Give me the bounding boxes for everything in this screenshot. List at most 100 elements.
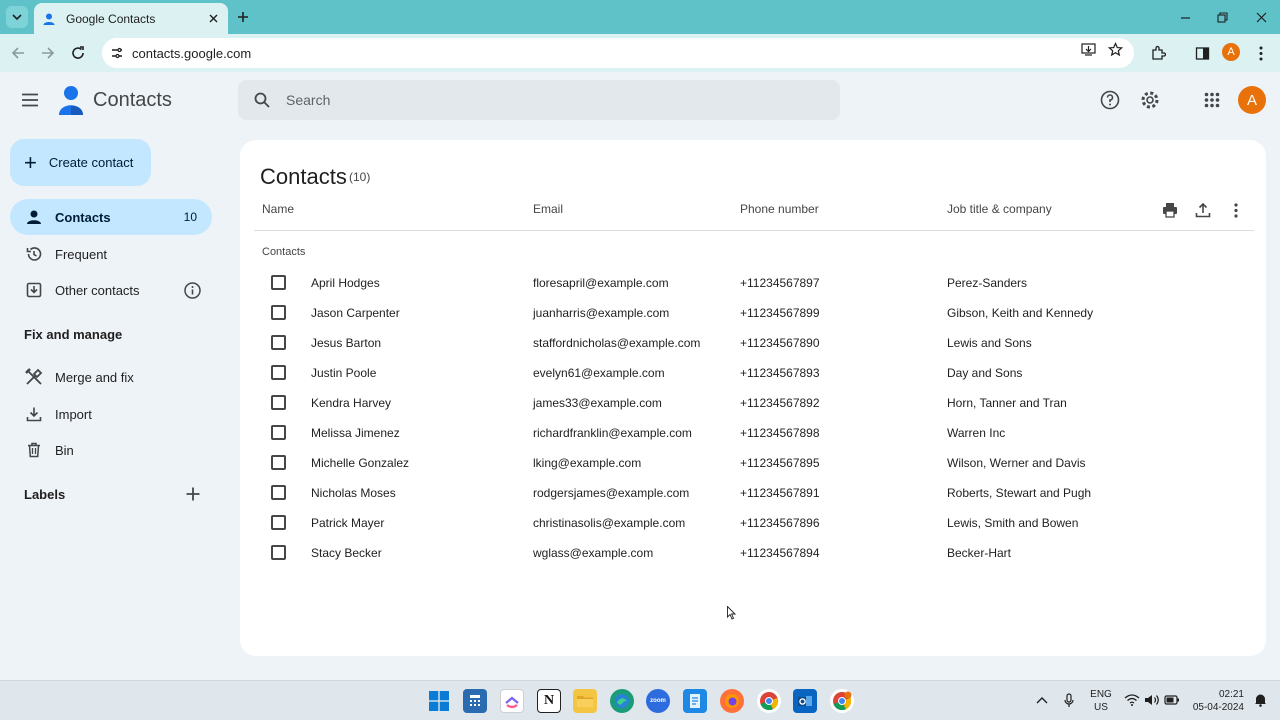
close-window-button[interactable] — [1252, 8, 1270, 26]
browser-tab-contacts[interactable]: Google Contacts — [34, 3, 228, 34]
install-app-icon[interactable] — [1079, 40, 1097, 58]
contact-company: Roberts, Stewart and Pugh — [947, 486, 1092, 500]
reload-button[interactable] — [68, 43, 88, 63]
plus-icon: + — [24, 149, 37, 175]
tools-icon — [24, 367, 44, 387]
sidebar-item-other-contacts[interactable]: Other contacts — [10, 272, 212, 308]
close-tab-icon[interactable] — [206, 12, 220, 26]
contact-company: Perez-Sanders — [947, 276, 1028, 290]
volume-icon[interactable] — [1143, 691, 1161, 709]
table-row[interactable]: Michelle Gonzalez lking@example.com +112… — [254, 448, 1254, 478]
microphone-icon[interactable] — [1060, 691, 1078, 709]
column-header-name[interactable]: Name — [262, 202, 294, 216]
help-icon[interactable] — [1098, 88, 1122, 112]
clickup-app-icon[interactable] — [500, 689, 524, 713]
column-header-phone[interactable]: Phone number — [740, 202, 819, 216]
row-checkbox[interactable] — [271, 275, 286, 290]
search-box[interactable] — [238, 80, 840, 120]
create-label-button[interactable] — [183, 484, 203, 504]
table-row[interactable]: Patrick Mayer christinasolis@example.com… — [254, 508, 1254, 538]
calculator-app-icon[interactable] — [463, 689, 487, 713]
contacts-list-panel: Contacts (10) Name Email Phone number Jo… — [240, 140, 1266, 656]
print-icon[interactable] — [1160, 200, 1180, 220]
forward-button[interactable] — [38, 43, 58, 63]
more-options-icon[interactable] — [1226, 200, 1246, 220]
extensions-icon[interactable] — [1148, 43, 1168, 63]
column-header-job-company[interactable]: Job title & company — [947, 202, 1052, 216]
sidebar-item-import[interactable]: Import — [10, 396, 212, 432]
table-row[interactable]: Nicholas Moses rodgersjames@example.com … — [254, 478, 1254, 508]
system-clock[interactable]: 02:21 05-04-2024 — [1190, 688, 1244, 714]
battery-icon[interactable] — [1163, 691, 1181, 709]
main-menu-button[interactable] — [18, 88, 42, 112]
bookmark-star-icon[interactable] — [1106, 40, 1124, 58]
row-checkbox[interactable] — [271, 485, 286, 500]
firefox-browser-icon[interactable] — [720, 689, 744, 713]
settings-gear-icon[interactable] — [1138, 88, 1162, 112]
input-language-indicator[interactable]: ENG US — [1090, 688, 1112, 714]
sidebar-item-frequent[interactable]: Frequent — [10, 236, 212, 272]
create-contact-button[interactable]: + Create contact — [10, 139, 151, 186]
google-apps-icon[interactable] — [1200, 88, 1224, 112]
arrow-forward-icon — [42, 47, 55, 59]
export-icon[interactable] — [1193, 200, 1213, 220]
zoom-app-icon[interactable]: zoom — [646, 689, 670, 713]
row-checkbox[interactable] — [271, 305, 286, 320]
contact-email: lking@example.com — [533, 456, 642, 470]
contact-email: wglass@example.com — [533, 546, 654, 560]
search-icon[interactable] — [252, 90, 272, 110]
row-checkbox[interactable] — [271, 515, 286, 530]
contact-company: Gibson, Keith and Kennedy — [947, 306, 1094, 320]
notification-bell-icon[interactable] — [1251, 691, 1269, 709]
contacts-favicon-icon — [43, 13, 55, 25]
sidebar-item-label: Other contacts — [55, 282, 140, 298]
tab-search-button[interactable] — [6, 6, 28, 28]
row-checkbox[interactable] — [271, 545, 286, 560]
table-row[interactable]: Stacy Becker wglass@example.com +1123456… — [254, 538, 1254, 568]
row-checkbox[interactable] — [271, 395, 286, 410]
edge-browser-icon[interactable] — [610, 689, 634, 713]
browser-toolbar: contacts.google.com — [0, 34, 1280, 72]
column-header-email[interactable]: Email — [533, 202, 563, 216]
side-panel-icon[interactable] — [1192, 43, 1212, 63]
chrome-active-window-icon[interactable] — [830, 689, 854, 713]
sidebar-item-label: Bin — [55, 442, 74, 458]
notes-app-icon[interactable] — [683, 689, 707, 713]
chrome-menu-icon[interactable] — [1251, 43, 1271, 63]
search-input[interactable] — [286, 92, 786, 108]
table-row[interactable]: Jesus Barton staffordnicholas@example.co… — [254, 328, 1254, 358]
os-taskbar: N zoom ENG US 02:21 05-04-2024 — [0, 680, 1280, 720]
row-checkbox[interactable] — [271, 425, 286, 440]
create-contact-label: Create contact — [48, 155, 134, 170]
new-tab-button[interactable] — [234, 8, 252, 26]
restore-window-button[interactable] — [1213, 8, 1231, 26]
contact-email: floresapril@example.com — [533, 276, 669, 290]
table-row[interactable]: April Hodges floresapril@example.com +11… — [254, 268, 1254, 298]
row-checkbox[interactable] — [271, 335, 286, 350]
table-row[interactable]: Jason Carpenter juanharris@example.com +… — [254, 298, 1254, 328]
account-avatar[interactable]: A — [1238, 86, 1266, 114]
row-checkbox[interactable] — [271, 365, 286, 380]
minimize-window-button[interactable] — [1176, 8, 1194, 26]
sidebar-item-bin[interactable]: Bin — [10, 432, 212, 468]
notion-app-icon[interactable]: N — [537, 689, 561, 713]
site-settings-icon[interactable] — [108, 44, 126, 62]
show-hidden-icons-icon[interactable] — [1033, 691, 1051, 709]
wifi-icon[interactable] — [1123, 691, 1141, 709]
outlook-app-icon[interactable] — [793, 689, 817, 713]
start-menu-icon[interactable] — [427, 689, 451, 713]
table-row[interactable]: Melissa Jimenez richardfranklin@example.… — [254, 418, 1254, 448]
chrome-browser-icon[interactable] — [757, 689, 781, 713]
file-explorer-icon[interactable] — [573, 689, 597, 713]
table-row[interactable]: Justin Poole evelyn61@example.com +11234… — [254, 358, 1254, 388]
sidebar-item-merge-and-fix[interactable]: Merge and fix — [10, 359, 212, 395]
row-checkbox[interactable] — [271, 455, 286, 470]
browser-profile-avatar[interactable]: A — [1222, 43, 1240, 61]
back-button[interactable] — [8, 43, 28, 63]
table-row[interactable]: Kendra Harvey james33@example.com +11234… — [254, 388, 1254, 418]
address-bar[interactable]: contacts.google.com — [102, 38, 1134, 68]
info-icon[interactable] — [182, 280, 202, 300]
sidebar-item-contacts[interactable]: Contacts 10 — [10, 199, 212, 235]
reload-icon — [72, 46, 84, 59]
contact-company: Horn, Tanner and Tran — [947, 396, 1067, 410]
